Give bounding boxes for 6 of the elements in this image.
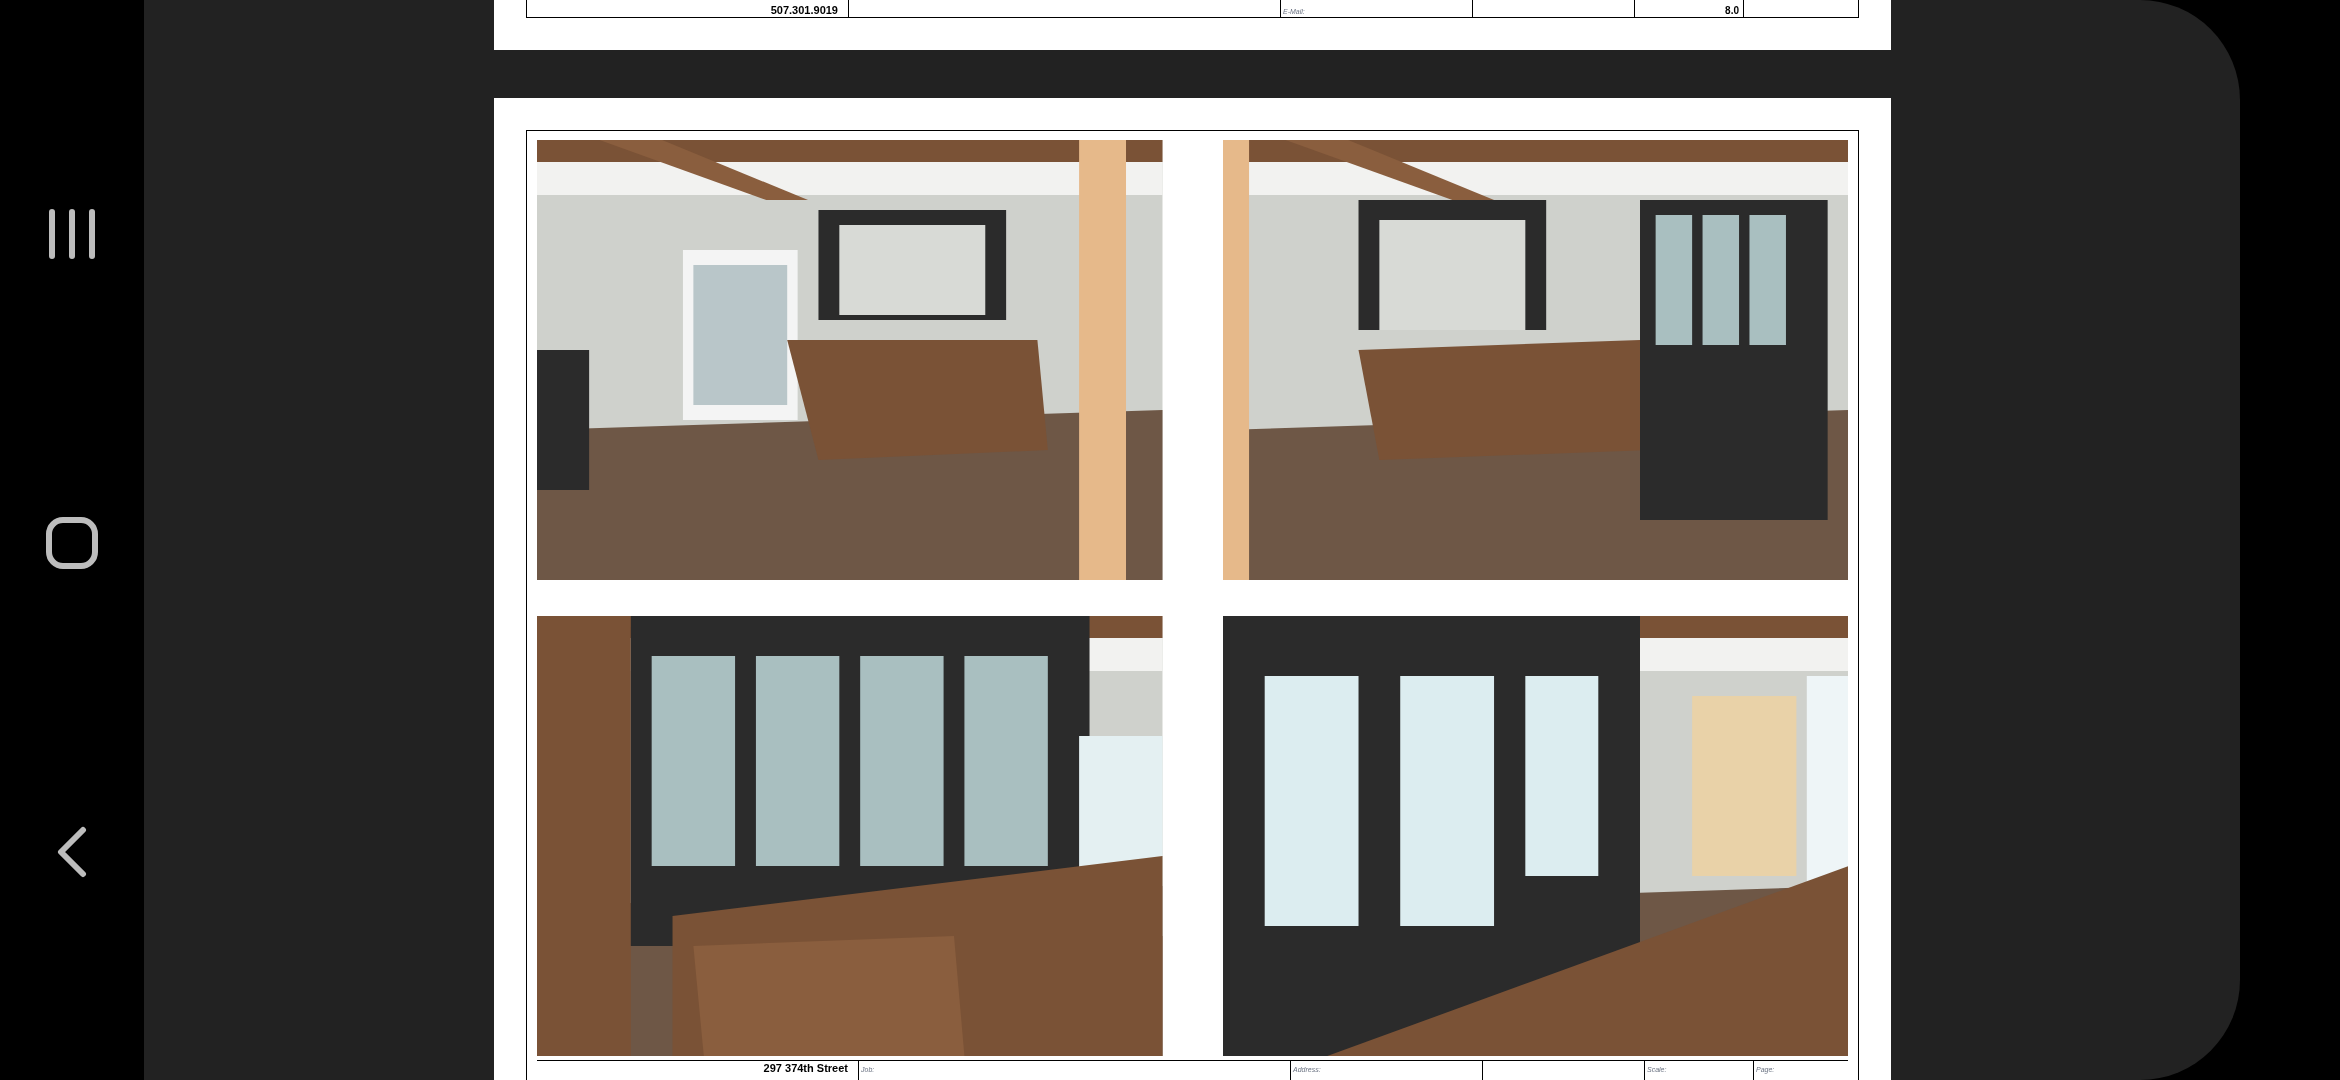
street-address: 297 374th Street [763,1063,848,1074]
back-icon [56,826,88,878]
value-text: 8.0 [1725,6,1739,16]
home-icon [45,516,99,570]
recents-icon [47,208,97,260]
phone-number: 507.301.9019 [770,5,838,16]
